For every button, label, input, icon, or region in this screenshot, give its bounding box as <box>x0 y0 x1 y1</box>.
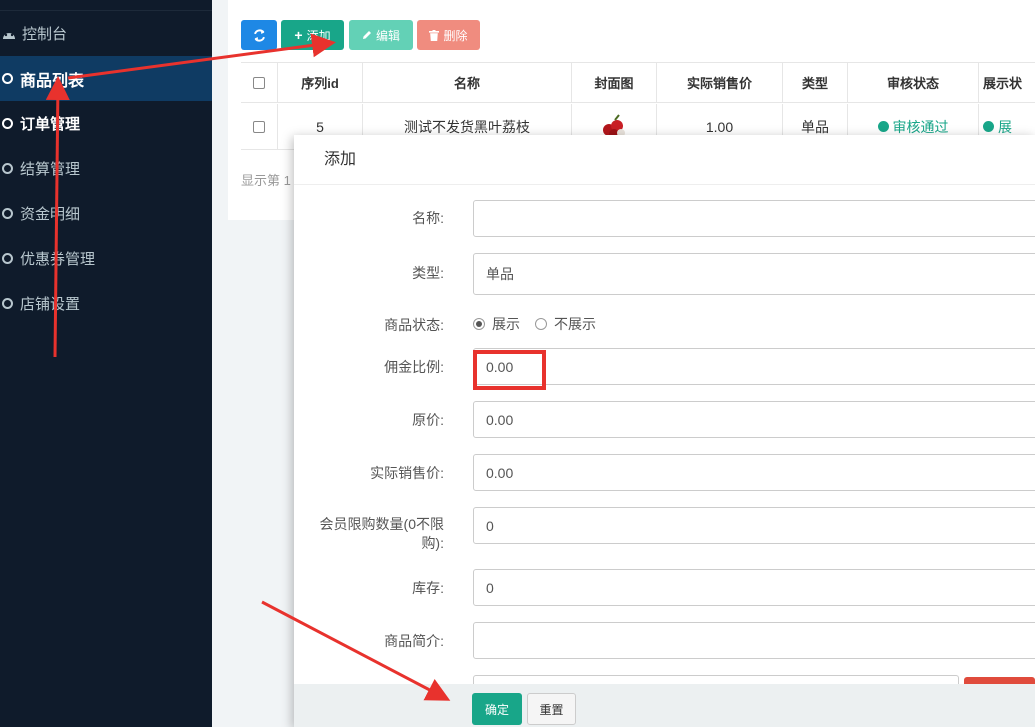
sidebar-item-label: 订单管理 <box>20 116 81 133</box>
name-label: 名称: <box>412 210 444 226</box>
edit-button-label: 编辑 <box>375 28 400 43</box>
row-select-cell <box>241 104 278 149</box>
column-header[interactable]: 序列id <box>278 63 363 102</box>
name-input[interactable] <box>473 200 1035 237</box>
circle-icon <box>2 253 13 264</box>
sidebar-item-settlement[interactable]: 结算管理 <box>0 146 212 191</box>
circle-icon <box>2 163 13 174</box>
commission-label: 佣金比例: <box>384 359 444 375</box>
sidebar-item-label: 资金明细 <box>20 206 81 223</box>
select-all-checkbox[interactable] <box>253 76 265 89</box>
sidebar-item-orders[interactable]: 订单管理 <box>0 101 212 146</box>
state-label: 商品状态: <box>384 317 444 333</box>
sale-price-input[interactable]: 0.00 <box>473 454 1035 491</box>
stock-label: 库存: <box>412 580 444 596</box>
product-table: 序列id 名称 封面图 实际销售价 类型 审核状态 展示状 5 测试不发货黑叶荔… <box>241 62 1035 150</box>
status-badge: 审核通过 <box>892 118 949 135</box>
sidebar: 控制台 商品列表 订单管理 结算管理 资金明细 优惠券管理 店铺设置 <box>0 0 212 727</box>
refresh-button[interactable] <box>241 20 277 50</box>
sidebar-item-dashboard[interactable]: 控制台 <box>0 11 212 56</box>
sale-price-label: 实际销售价: <box>370 465 444 481</box>
refresh-icon <box>253 28 265 42</box>
reset-button[interactable]: 重置 <box>527 693 576 725</box>
purchase-limit-label-line2: 购): <box>421 535 444 551</box>
column-header[interactable]: 类型 <box>783 63 848 102</box>
circle-icon <box>2 118 13 129</box>
sidebar-item-funds[interactable]: 资金明细 <box>0 191 212 236</box>
commission-input[interactable]: 0.00 <box>473 348 1035 385</box>
dashboard-icon <box>3 30 15 39</box>
purchase-limit-input[interactable]: 0 <box>473 507 1035 544</box>
sidebar-item-label: 商品列表 <box>20 72 85 90</box>
trash-icon <box>429 29 440 41</box>
state-radio-hide[interactable] <box>535 318 547 330</box>
sidebar-item-product-list[interactable]: 商品列表 <box>0 56 212 101</box>
sidebar-item-label: 店铺设置 <box>20 296 81 313</box>
add-button-label: 添加 <box>306 28 331 43</box>
select-all-cell <box>241 63 278 102</box>
modal-title: 添加 <box>294 135 1035 185</box>
state-option-label: 展示 <box>492 316 520 332</box>
display-badge: 展 <box>998 118 1012 135</box>
column-header[interactable]: 名称 <box>363 63 572 102</box>
delete-button-label: 删除 <box>443 28 468 43</box>
intro-input[interactable] <box>473 622 1035 659</box>
original-price-label: 原价: <box>412 412 444 428</box>
status-dot-icon <box>983 121 994 132</box>
pagination-info: 显示第 1 <box>241 173 291 188</box>
add-button[interactable]: + 添加 <box>281 20 344 50</box>
original-price-input[interactable]: 0.00 <box>473 401 1035 438</box>
sidebar-item-coupons[interactable]: 优惠券管理 <box>0 236 212 281</box>
circle-icon <box>2 298 13 309</box>
purchase-limit-label: 会员限购数量(0不限 购): <box>294 515 444 553</box>
confirm-button[interactable]: 确定 <box>472 693 522 725</box>
sidebar-item-label: 优惠券管理 <box>20 251 96 268</box>
delete-button[interactable]: 删除 <box>417 20 480 50</box>
type-label: 类型: <box>412 265 444 281</box>
state-radio-group: 展示 不展示 <box>473 314 596 334</box>
column-header[interactable]: 展示状 <box>979 63 1035 102</box>
table-header-row: 序列id 名称 封面图 实际销售价 类型 审核状态 展示状 <box>241 63 1035 103</box>
status-dot-icon <box>877 121 889 132</box>
stock-input[interactable]: 0 <box>473 569 1035 606</box>
annotation-highlight-box <box>473 350 546 390</box>
row-checkbox[interactable] <box>253 120 265 133</box>
purchase-limit-label-line1: 会员限购数量(0不限 <box>319 516 444 532</box>
edit-button[interactable]: 编辑 <box>349 20 413 50</box>
modal-footer <box>294 684 1035 727</box>
sidebar-item-label: 结算管理 <box>20 161 81 178</box>
sidebar-item-shop-settings[interactable]: 店铺设置 <box>0 281 212 326</box>
intro-label: 商品简介: <box>384 633 444 649</box>
add-product-modal: 添加 名称: 类型: 单品 商品状态: 展示 不展示 佣金比例: 0.00 原价… <box>294 135 1035 727</box>
circle-icon <box>2 73 13 84</box>
state-option-label: 不展示 <box>554 316 596 332</box>
plus-icon: + <box>294 27 303 43</box>
type-select[interactable]: 单品 <box>473 253 1035 295</box>
column-header[interactable]: 实际销售价 <box>657 63 783 102</box>
state-radio-show[interactable] <box>473 318 485 330</box>
sidebar-divider <box>0 0 212 11</box>
pencil-icon <box>362 31 371 39</box>
column-header[interactable]: 审核状态 <box>848 63 979 102</box>
column-header[interactable]: 封面图 <box>572 63 657 102</box>
circle-icon <box>2 208 13 219</box>
sidebar-item-label: 控制台 <box>22 26 68 43</box>
